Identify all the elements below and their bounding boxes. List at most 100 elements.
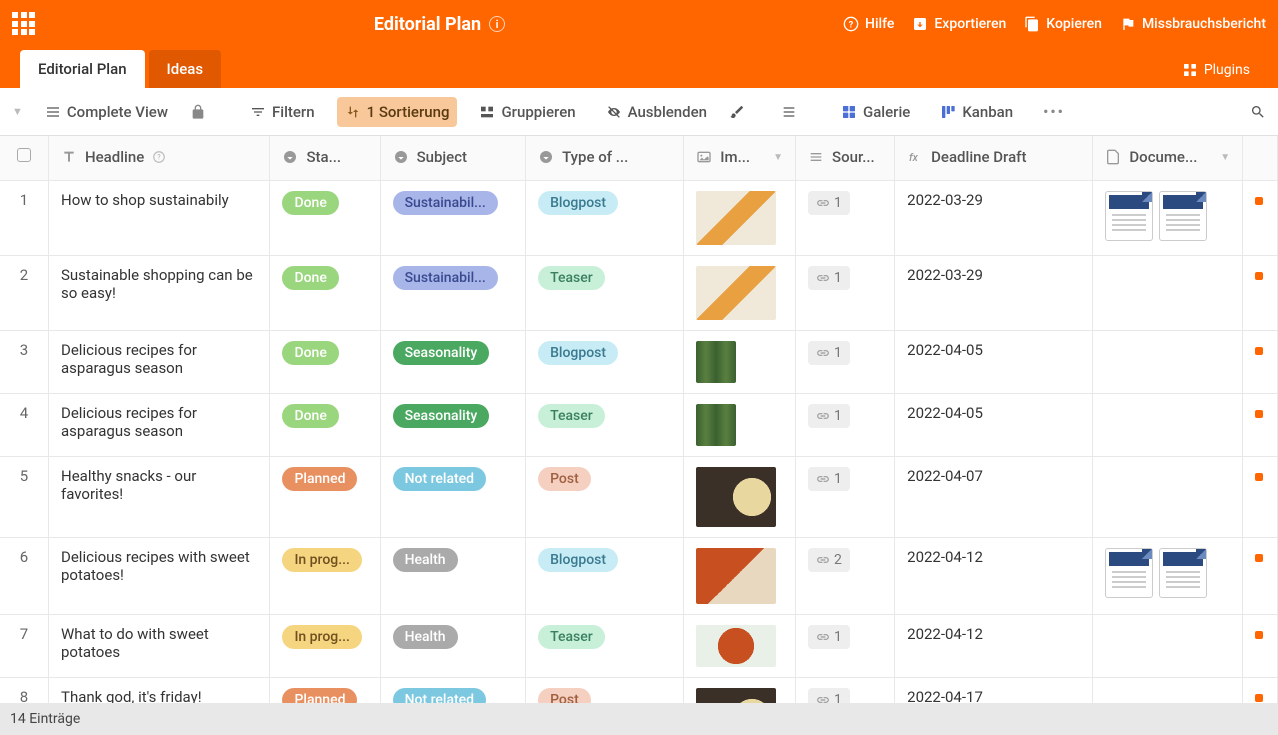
sort-button[interactable]: 1 Sortierung — [337, 97, 458, 127]
cell-type[interactable]: Blogpost — [526, 537, 684, 614]
cell-type[interactable]: Teaser — [526, 255, 684, 330]
image-thumbnail[interactable] — [696, 341, 736, 383]
table-row[interactable]: 1 How to shop sustainabily Done Sustaina… — [0, 180, 1278, 255]
cell-headline[interactable]: How to shop sustainabily — [49, 180, 270, 255]
cell-image[interactable] — [684, 456, 796, 537]
cell-source[interactable]: 1 — [796, 393, 895, 456]
table-row[interactable]: 2 Sustainable shopping can be so easy! D… — [0, 255, 1278, 330]
source-badge[interactable]: 1 — [808, 625, 850, 649]
cell-source[interactable]: 1 — [796, 677, 895, 703]
cell-image[interactable] — [684, 330, 796, 393]
cell-source[interactable]: 2 — [796, 537, 895, 614]
table-row[interactable]: 4 Delicious recipes for asparagus season… — [0, 393, 1278, 456]
cell-type[interactable]: Blogpost — [526, 180, 684, 255]
cell-source[interactable]: 1 — [796, 456, 895, 537]
document-icon[interactable] — [1105, 191, 1153, 241]
filter-button[interactable]: Filtern — [242, 97, 323, 127]
document-icon[interactable] — [1105, 548, 1153, 598]
cell-status[interactable]: Done — [270, 255, 380, 330]
cell-subject[interactable]: Seasonality — [380, 330, 526, 393]
more-icon[interactable]: ••• — [1035, 97, 1073, 127]
cell-type[interactable]: Post — [526, 456, 684, 537]
table-row[interactable]: 7 What to do with sweet potatoes In prog… — [0, 614, 1278, 677]
cell-subject[interactable]: Sustainabil... — [380, 255, 526, 330]
doc-attachments[interactable] — [1105, 191, 1230, 241]
cell-subject[interactable]: Sustainabil... — [380, 180, 526, 255]
chevron-down-icon[interactable]: ▼ — [12, 105, 23, 118]
cell-source[interactable]: 1 — [796, 614, 895, 677]
cell-deadline[interactable]: 2022-03-29 — [895, 180, 1093, 255]
image-thumbnail[interactable] — [696, 404, 736, 446]
cell-deadline[interactable]: 2022-04-17 — [895, 677, 1093, 703]
cell-image[interactable] — [684, 677, 796, 703]
source-badge[interactable]: 1 — [808, 266, 850, 290]
cell-type[interactable]: Post — [526, 677, 684, 703]
cell-deadline[interactable]: 2022-04-07 — [895, 456, 1093, 537]
cell-documents[interactable] — [1093, 537, 1243, 614]
table-row[interactable]: 5 Healthy snacks - our favorites! Planne… — [0, 456, 1278, 537]
table-row[interactable]: 3 Delicious recipes for asparagus season… — [0, 330, 1278, 393]
cell-documents[interactable] — [1093, 614, 1243, 677]
cell-headline[interactable]: Delicious recipes for asparagus season — [49, 330, 270, 393]
image-thumbnail[interactable] — [696, 467, 776, 527]
col-source[interactable]: Sour... — [796, 136, 895, 180]
cell-subject[interactable]: Not related — [380, 456, 526, 537]
cell-documents[interactable] — [1093, 456, 1243, 537]
cell-image[interactable] — [684, 180, 796, 255]
cell-deadline[interactable]: 2022-04-05 — [895, 393, 1093, 456]
cell-source[interactable]: 1 — [796, 330, 895, 393]
image-thumbnail[interactable] — [696, 548, 776, 604]
cell-image[interactable] — [684, 255, 796, 330]
col-image[interactable]: Im...▼ — [684, 136, 796, 180]
tab-editorial-plan[interactable]: Editorial Plan — [20, 50, 145, 88]
source-badge[interactable]: 1 — [808, 688, 850, 704]
report-button[interactable]: Missbrauchsbericht — [1120, 16, 1266, 32]
export-button[interactable]: Exportieren — [912, 16, 1006, 32]
help-button[interactable]: ? Hilfe — [843, 16, 894, 32]
group-button[interactable]: Gruppieren — [471, 97, 583, 127]
cell-status[interactable]: In prog... — [270, 614, 380, 677]
col-document[interactable]: Docume...▼ — [1093, 136, 1243, 180]
image-thumbnail[interactable] — [696, 266, 776, 320]
source-badge[interactable]: 1 — [808, 341, 850, 365]
copy-button[interactable]: Kopieren — [1024, 16, 1102, 32]
cell-status[interactable]: Done — [270, 180, 380, 255]
cell-documents[interactable] — [1093, 330, 1243, 393]
cell-source[interactable]: 1 — [796, 180, 895, 255]
col-checkbox[interactable] — [0, 136, 49, 180]
cell-documents[interactable] — [1093, 180, 1243, 255]
tab-ideas[interactable]: Ideas — [149, 50, 222, 88]
table-row[interactable]: 8 Thank god, it's friday! Planned Not re… — [0, 677, 1278, 703]
lock-icon[interactable] — [190, 104, 206, 120]
cell-status[interactable]: Planned — [270, 456, 380, 537]
source-badge[interactable]: 1 — [808, 467, 850, 491]
view-selector[interactable]: Complete View — [37, 97, 176, 127]
cell-subject[interactable]: Health — [380, 537, 526, 614]
cell-status[interactable]: Done — [270, 393, 380, 456]
paint-icon[interactable] — [729, 104, 745, 120]
source-badge[interactable]: 1 — [808, 404, 850, 428]
cell-type[interactable]: Teaser — [526, 614, 684, 677]
cell-status[interactable]: In prog... — [270, 537, 380, 614]
document-icon[interactable] — [1159, 548, 1207, 598]
cell-headline[interactable]: What to do with sweet potatoes — [49, 614, 270, 677]
cell-status[interactable]: Done — [270, 330, 380, 393]
hide-button[interactable]: Ausblenden — [598, 97, 715, 127]
table-row[interactable]: 6 Delicious recipes with sweet potatoes!… — [0, 537, 1278, 614]
source-badge[interactable]: 1 — [808, 191, 850, 215]
cell-deadline[interactable]: 2022-03-29 — [895, 255, 1093, 330]
cell-headline[interactable]: Sustainable shopping can be so easy! — [49, 255, 270, 330]
document-icon[interactable] — [1159, 191, 1207, 241]
cell-headline[interactable]: Thank god, it's friday! — [49, 677, 270, 703]
cell-headline[interactable]: Delicious recipes with sweet potatoes! — [49, 537, 270, 614]
image-thumbnail[interactable] — [696, 625, 776, 667]
kanban-view-button[interactable]: Kanban — [932, 97, 1021, 127]
cell-deadline[interactable]: 2022-04-12 — [895, 537, 1093, 614]
cell-headline[interactable]: Healthy snacks - our favorites! — [49, 456, 270, 537]
apps-icon[interactable] — [12, 12, 36, 36]
cell-subject[interactable]: Health — [380, 614, 526, 677]
source-badge[interactable]: 2 — [808, 548, 850, 572]
cell-documents[interactable] — [1093, 393, 1243, 456]
cell-type[interactable]: Teaser — [526, 393, 684, 456]
doc-attachments[interactable] — [1105, 548, 1230, 598]
